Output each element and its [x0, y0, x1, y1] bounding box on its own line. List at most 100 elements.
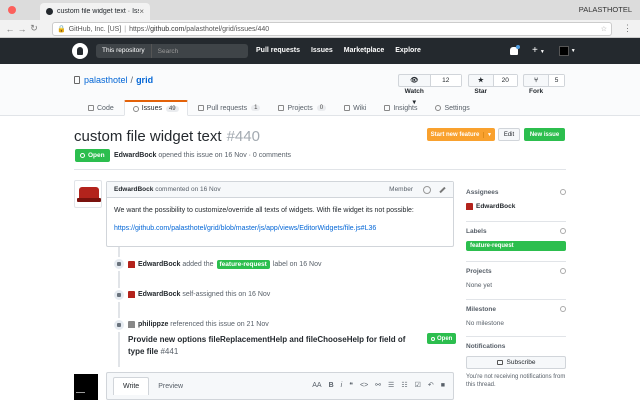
browser-profile[interactable]: PALASTHOTEL [579, 5, 632, 14]
browser-tab[interactable]: custom file widget text · Issue × [40, 3, 150, 20]
actor-link[interactable]: EdwardBock [138, 261, 180, 268]
tab-insights[interactable]: Insights [376, 100, 425, 116]
task-list-icon[interactable]: ☑ [415, 381, 421, 389]
watch-button[interactable]: 👁 Watch ▾ 12 [398, 74, 462, 106]
sidebar-projects: Projects None yet [466, 268, 566, 289]
nav-marketplace[interactable]: Marketplace [344, 47, 384, 54]
avatar[interactable] [128, 261, 135, 268]
comment-link[interactable]: https://github.com/palasthotel/grid/blob… [114, 223, 446, 234]
issue-number: #440 [226, 128, 260, 145]
repo-owner-link[interactable]: palasthotel [84, 75, 128, 85]
url-text: https://github.com/palasthotel/grid/issu… [129, 25, 270, 33]
comment-header: EdwardBock commented on 16 Nov Member [107, 182, 453, 198]
star-button[interactable]: ★ Star 20 [468, 74, 518, 95]
avatar[interactable] [128, 291, 135, 298]
back-icon[interactable]: ← [4, 24, 16, 34]
assignee[interactable]: EdwardBock [466, 203, 566, 210]
reply-icon[interactable]: ↶ [428, 381, 434, 389]
numbered-list-icon[interactable]: ☷ [401, 381, 407, 389]
tab-count: 1 [251, 105, 261, 111]
security-label: GitHub, Inc. [US] [68, 25, 122, 33]
tab-projects[interactable]: Projects 0 [270, 100, 334, 116]
nav-issues[interactable]: Issues [311, 47, 333, 54]
link-icon[interactable]: ⚯ [375, 381, 381, 389]
bullet-list-icon[interactable]: ☰ [388, 381, 394, 389]
close-window-icon[interactable] [8, 6, 16, 14]
chevron-down-icon[interactable]: ▼ [571, 48, 576, 54]
labels-heading[interactable]: Labels [466, 228, 566, 235]
repo-tabs: Code Issues 49 Pull requests 1 Projects 0 W… [80, 100, 480, 116]
start-new-feature-button[interactable]: Start new feature ▼ [427, 128, 495, 141]
actor-link[interactable]: EdwardBock [138, 291, 180, 298]
user-avatar[interactable] [558, 45, 569, 56]
gear-icon[interactable] [560, 268, 566, 274]
menu-icon[interactable]: ⋮ [623, 23, 632, 34]
projects-heading[interactable]: Projects [466, 268, 566, 275]
label-feature-request[interactable]: feature-request [466, 241, 566, 251]
heading-icon[interactable]: AA [312, 382, 321, 389]
edit-button[interactable]: Edit [498, 128, 520, 141]
search-scope[interactable]: This repository [96, 44, 152, 58]
avatar[interactable] [128, 321, 135, 328]
reference-number[interactable]: #441 [160, 347, 178, 356]
tab-issues[interactable]: Issues 49 [123, 100, 188, 116]
subscribe-button[interactable]: Subscribe [466, 356, 566, 369]
issue-title-text: custom file widget text [74, 128, 222, 145]
tab-preview[interactable]: Preview [149, 377, 192, 395]
url-input[interactable]: 🔒 GitHub, Inc. [US] | https://github.com… [52, 22, 612, 36]
repo-name-link[interactable]: grid [136, 75, 153, 85]
nav-pull-requests[interactable]: Pull requests [256, 47, 300, 54]
tab-pull-requests[interactable]: Pull requests 1 [190, 100, 269, 116]
comment-author-link[interactable]: EdwardBock [114, 186, 153, 193]
gear-icon[interactable] [560, 189, 566, 195]
new-issue-button[interactable]: New issue [524, 128, 565, 141]
code-icon[interactable]: <> [360, 382, 368, 389]
label-badge[interactable]: feature-request [216, 260, 270, 269]
current-user-avatar[interactable]: ▬▬▬ [74, 374, 98, 400]
close-tab-icon[interactable]: × [139, 7, 144, 16]
avatar[interactable] [74, 180, 102, 208]
italic-icon[interactable]: i [341, 382, 343, 389]
fork-button[interactable]: ⑂ Fork 5 [523, 74, 565, 95]
bookmark-star-icon[interactable]: ☆ [601, 25, 607, 33]
fork-label: ⑂ Fork [524, 75, 550, 95]
forward-icon[interactable]: → [16, 24, 28, 34]
assignees-heading[interactable]: Assignees [466, 189, 566, 196]
book-icon [344, 105, 351, 111]
watch-count[interactable]: 12 [430, 75, 461, 86]
actor-link[interactable]: philippze [138, 321, 168, 328]
milestone-heading[interactable]: Milestone [466, 306, 566, 313]
create-new-button[interactable]: + ▼ [532, 45, 545, 56]
pencil-icon[interactable] [439, 186, 446, 193]
status-badge: Open [75, 149, 110, 162]
tab-code[interactable]: Code [80, 100, 122, 116]
bookmark-icon[interactable]: ■ [441, 382, 445, 389]
gear-icon[interactable] [560, 306, 566, 312]
quote-icon[interactable]: ❝ [349, 381, 353, 389]
divider [466, 261, 566, 262]
search-box[interactable]: This repository Search [96, 44, 248, 58]
tab-settings[interactable]: Settings [427, 100, 477, 116]
nav-explore[interactable]: Explore [395, 47, 421, 54]
header-nav: Pull requests Issues Marketplace Explore [256, 47, 432, 54]
bold-icon[interactable]: B [329, 382, 334, 389]
sidebar-labels: Labels [466, 228, 566, 235]
comment-body: We want the possibility to customize/ove… [107, 198, 453, 241]
window-controls[interactable] [8, 6, 20, 16]
github-logo-icon[interactable] [72, 43, 88, 59]
fork-count[interactable]: 5 [549, 75, 564, 86]
bookmark-icon [112, 318, 126, 332]
notifications-bell-icon[interactable] [510, 44, 520, 55]
comment-time[interactable]: commented on 16 Nov [155, 186, 220, 193]
search-input[interactable]: Search [152, 48, 179, 55]
referenced-issue-link[interactable]: Provide new options fileReplacementHelp … [128, 334, 418, 358]
event-text: added the [182, 261, 214, 268]
reload-icon[interactable]: ↻ [28, 23, 40, 34]
tab-wiki[interactable]: Wiki [336, 100, 374, 116]
emoji-reaction-icon[interactable] [423, 185, 431, 194]
star-count[interactable]: 20 [493, 75, 517, 86]
tab-write[interactable]: Write [113, 377, 150, 395]
chevron-down-icon[interactable]: ▼ [483, 131, 495, 138]
author-link[interactable]: EdwardBock [114, 152, 156, 159]
gear-icon[interactable] [560, 228, 566, 234]
